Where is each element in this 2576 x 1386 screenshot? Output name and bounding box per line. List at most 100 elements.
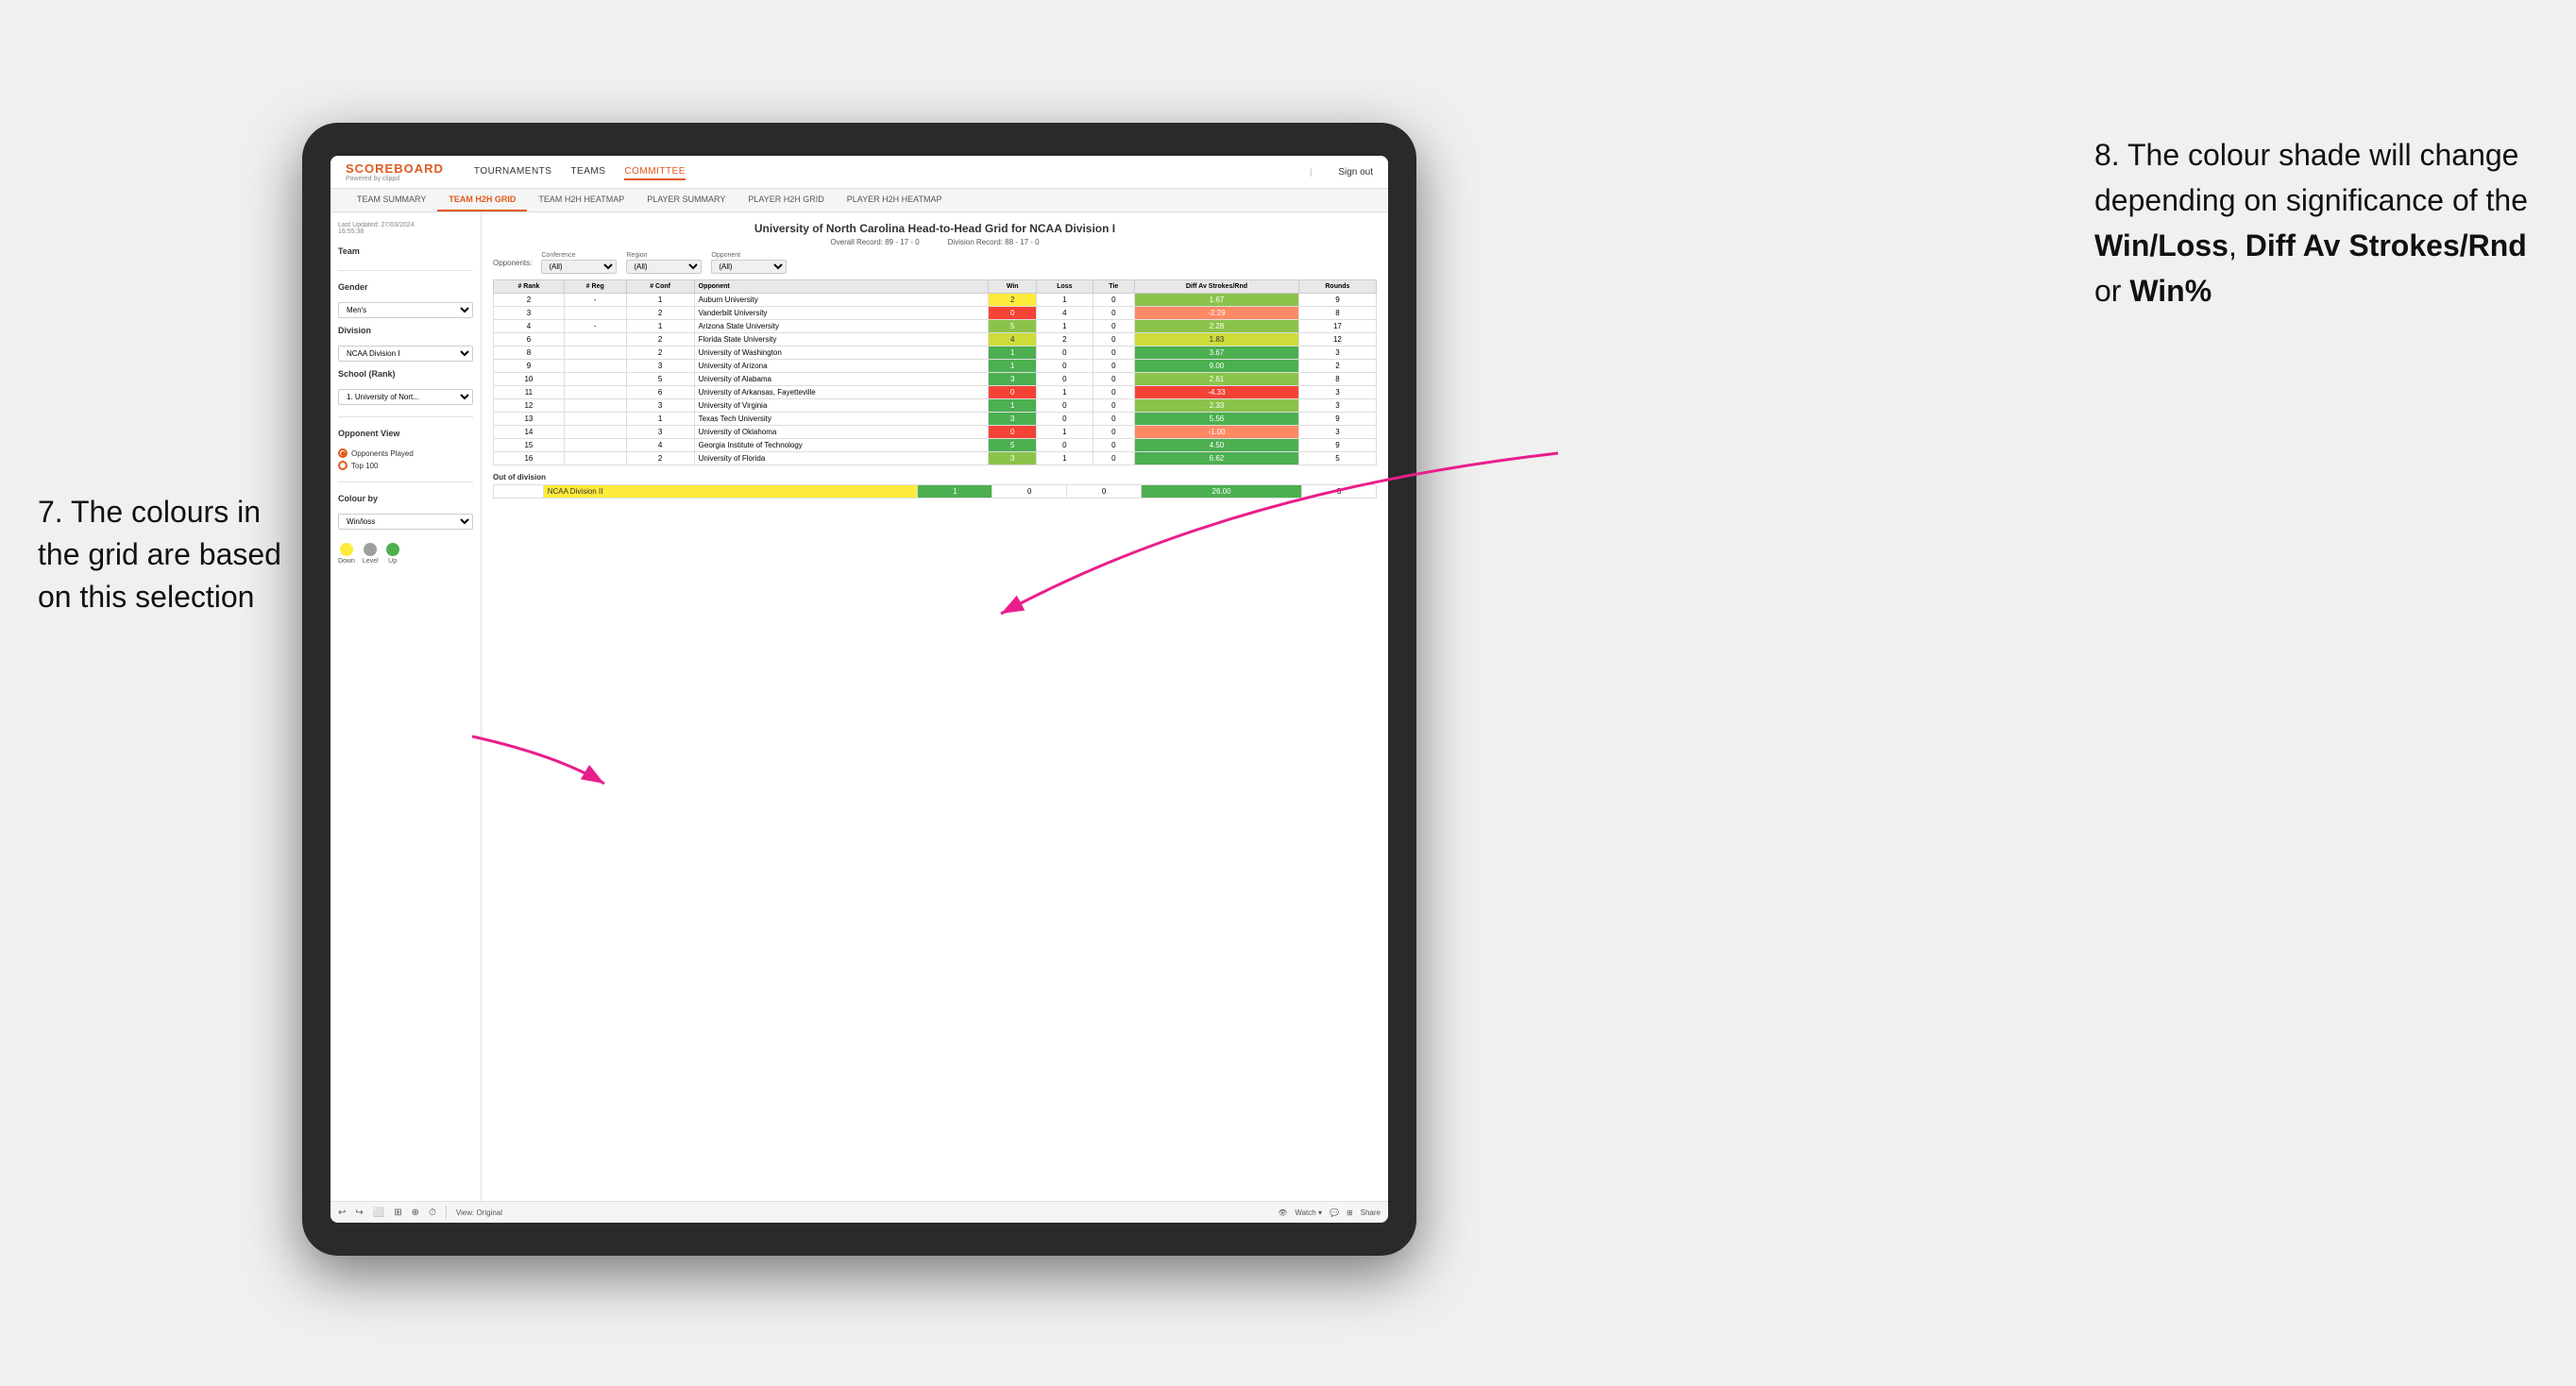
cell-rank: 14 xyxy=(494,426,565,439)
cell-diff: 2.33 xyxy=(1135,399,1299,413)
cell-diff: 6.62 xyxy=(1135,452,1299,465)
cell-win: 0 xyxy=(989,307,1037,320)
gender-label: Gender xyxy=(338,282,473,292)
cell-conf: 4 xyxy=(626,439,694,452)
cell-diff: 5.56 xyxy=(1135,413,1299,426)
cell-opponent: University of Arkansas, Fayetteville xyxy=(694,386,989,399)
nav-links: TOURNAMENTS TEAMS COMMITTEE xyxy=(474,164,870,180)
cell-tie: 0 xyxy=(1093,413,1134,426)
redo-icon[interactable]: ↪ xyxy=(355,1208,363,1218)
cell-loss: 0 xyxy=(1037,399,1093,413)
cell-tie: 0 xyxy=(1093,426,1134,439)
colour-by-select[interactable]: Win/loss xyxy=(338,514,473,530)
cell-opponent: University of Florida xyxy=(694,452,989,465)
watch-label[interactable]: Watch ▾ xyxy=(1295,1209,1322,1217)
logo-area: SCOREBOARD Powered by clippd xyxy=(346,161,444,182)
school-select[interactable]: 1. University of Nort... xyxy=(338,389,473,405)
table-row: 6 2 Florida State University 4 2 0 1.83 … xyxy=(494,333,1377,346)
tab-team-h2h-grid[interactable]: TEAM H2H GRID xyxy=(437,189,527,211)
share-label[interactable]: Share xyxy=(1361,1209,1381,1217)
cell-tie: 0 xyxy=(1093,399,1134,413)
tab-player-summary[interactable]: PLAYER SUMMARY xyxy=(636,189,737,211)
cell-rank: 12 xyxy=(494,399,565,413)
forward-icon[interactable]: ⬜ xyxy=(373,1208,384,1218)
out-of-division-table: NCAA Division II 1 0 0 26.00 3 xyxy=(493,484,1377,499)
cell-rank: 11 xyxy=(494,386,565,399)
right-content: University of North Carolina Head-to-Hea… xyxy=(482,212,1388,1201)
comment-icon[interactable]: 💬 xyxy=(1330,1209,1339,1217)
cell-rounds: 3 xyxy=(1298,426,1376,439)
logo-sub: Powered by clippd xyxy=(346,176,444,182)
tab-team-h2h-heatmap[interactable]: TEAM H2H HEATMAP xyxy=(527,189,636,211)
tab-team-summary[interactable]: TEAM SUMMARY xyxy=(346,189,437,211)
annotation-comma: , xyxy=(2229,228,2246,262)
col-loss: Loss xyxy=(1037,280,1093,294)
nav-teams[interactable]: TEAMS xyxy=(570,164,605,180)
radio-dot-top100 xyxy=(338,461,347,470)
crop-icon[interactable]: ⊞ xyxy=(394,1208,401,1218)
cell-loss: 0 xyxy=(1037,373,1093,386)
legend-dot-down xyxy=(340,543,353,556)
table-row: 4 - 1 Arizona State University 5 1 0 2.2… xyxy=(494,320,1377,333)
opponent-view-label: Opponent View xyxy=(338,429,473,438)
cell-reg xyxy=(564,360,626,373)
cell-win: 2 xyxy=(989,294,1037,307)
undo-icon[interactable]: ↩ xyxy=(338,1208,346,1218)
cell-conf: 3 xyxy=(626,426,694,439)
division-select[interactable]: NCAA Division I xyxy=(338,346,473,362)
view-label[interactable]: View: Original xyxy=(456,1209,502,1217)
cell-reg xyxy=(564,426,626,439)
cell-rounds: 9 xyxy=(1298,439,1376,452)
nav-tournaments[interactable]: TOURNAMENTS xyxy=(474,164,552,180)
cell-diff: 2.28 xyxy=(1135,320,1299,333)
cell-reg xyxy=(564,399,626,413)
cell-diff: 2.61 xyxy=(1135,373,1299,386)
team-label: Team xyxy=(338,246,473,256)
cell-conf: 2 xyxy=(626,333,694,346)
opponent-select[interactable]: (All) xyxy=(711,260,787,274)
opponent-view-radio: Opponents Played Top 100 xyxy=(338,448,473,470)
legend-down: Down xyxy=(338,543,355,565)
nav-committee[interactable]: COMMITTEE xyxy=(624,164,686,180)
gender-select[interactable]: Men's xyxy=(338,302,473,318)
tab-player-h2h-grid[interactable]: PLAYER H2H GRID xyxy=(737,189,835,211)
conference-select[interactable]: (All) xyxy=(541,260,617,274)
cell-tie: 0 xyxy=(1093,386,1134,399)
cell-diff: 4.50 xyxy=(1135,439,1299,452)
cell-tie: 0 xyxy=(1093,333,1134,346)
filter-region: Region (All) xyxy=(626,252,702,274)
cell-diff: -4.33 xyxy=(1135,386,1299,399)
cell-opponent: University of Oklahoma xyxy=(694,426,989,439)
cell-reg: - xyxy=(564,320,626,333)
radio-opponents-played[interactable]: Opponents Played xyxy=(338,448,473,458)
table-row: 16 2 University of Florida 3 1 0 6.62 5 xyxy=(494,452,1377,465)
table-row: 10 5 University of Alabama 3 0 0 2.61 8 xyxy=(494,373,1377,386)
cell-opponent: Georgia Institute of Technology xyxy=(694,439,989,452)
grid-subtitle: Overall Record: 89 - 17 - 0 Division Rec… xyxy=(493,238,1377,246)
tab-player-h2h-heatmap[interactable]: PLAYER H2H HEATMAP xyxy=(836,189,954,211)
cell-rounds: 3 xyxy=(1298,386,1376,399)
cell-rank: 4 xyxy=(494,320,565,333)
timer-icon[interactable]: ⊕ xyxy=(412,1208,419,1218)
cell-reg: - xyxy=(564,294,626,307)
cell-tie: 0 xyxy=(1093,373,1134,386)
cell-win: 3 xyxy=(989,413,1037,426)
cell-rounds: 2 xyxy=(1298,360,1376,373)
cell-loss: 1 xyxy=(1037,386,1093,399)
col-rounds: Rounds xyxy=(1298,280,1376,294)
cell-tie: 0 xyxy=(1093,452,1134,465)
radio-top100[interactable]: Top 100 xyxy=(338,461,473,470)
clock-icon[interactable]: ⏱ xyxy=(429,1208,436,1218)
share-icon[interactable]: ⊞ xyxy=(1347,1209,1353,1217)
cell-conf: 3 xyxy=(626,399,694,413)
col-conf: # Conf xyxy=(626,280,694,294)
filter-row: Opponents: Conference (All) Region (All) xyxy=(493,252,1377,274)
cell-rank: 2 xyxy=(494,294,565,307)
cell-loss: 1 xyxy=(1037,452,1093,465)
cell-rank: 8 xyxy=(494,346,565,360)
sign-out-link[interactable]: Sign out xyxy=(1338,167,1373,177)
region-select[interactable]: (All) xyxy=(626,260,702,274)
cell-opponent: Arizona State University xyxy=(694,320,989,333)
cell-rounds: 12 xyxy=(1298,333,1376,346)
table-row: 8 2 University of Washington 1 0 0 3.67 … xyxy=(494,346,1377,360)
